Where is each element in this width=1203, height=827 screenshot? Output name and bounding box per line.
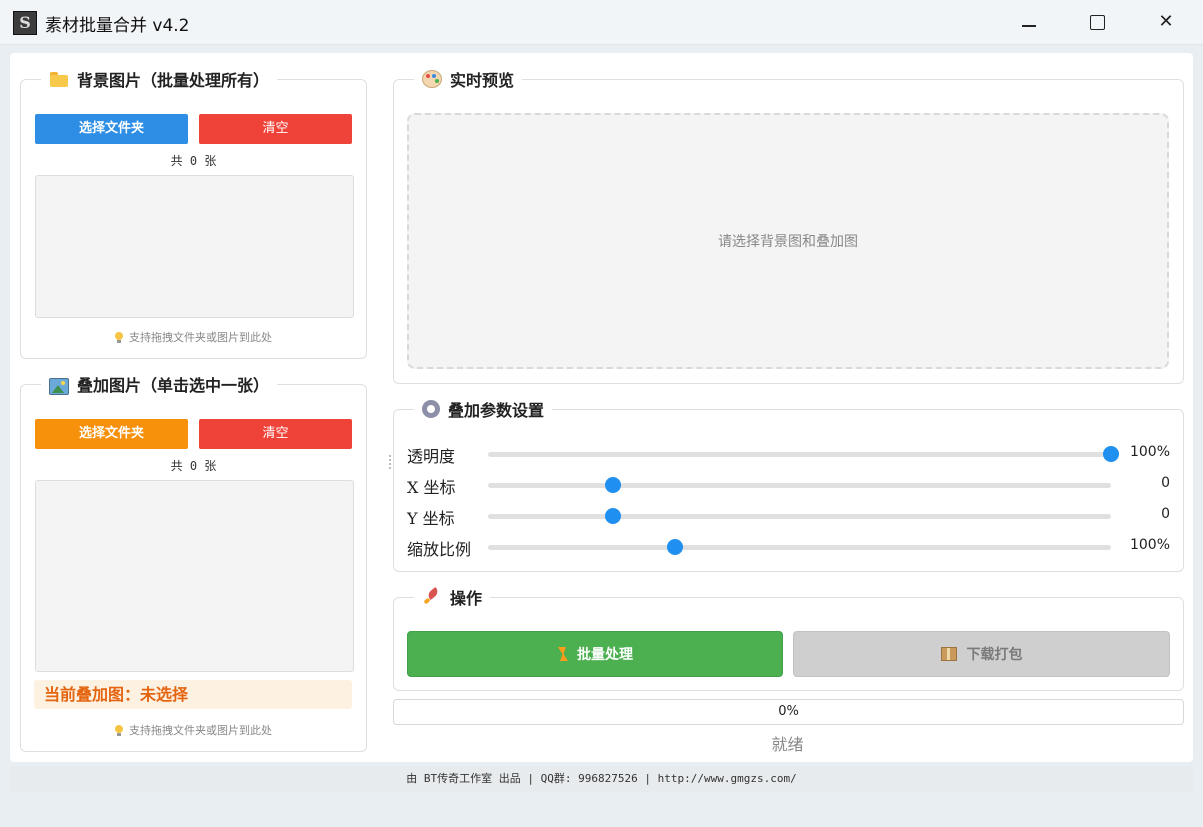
current-overlay-label: 当前叠加图：未选择 <box>34 680 352 709</box>
overlay-count-label: 共 0 张 <box>170 459 217 473</box>
folder-icon <box>49 70 69 88</box>
y-coord-slider-handle[interactable] <box>604 508 621 524</box>
maximize-button[interactable] <box>1082 8 1112 36</box>
bg-drop-hint: 支持拖拽文件夹或图片到此处 <box>35 329 352 345</box>
download-package-button[interactable]: 下载打包 <box>793 631 1170 677</box>
scale-value: 100% <box>1129 537 1170 553</box>
y-coord-slider[interactable] <box>488 508 1111 524</box>
batch-process-button[interactable]: 批量处理 <box>407 631 783 677</box>
download-package-label: 下载打包 <box>966 647 1023 663</box>
overlay-select-folder-button[interactable]: 选择文件夹 <box>35 419 188 449</box>
x-coord-value: 0 <box>1161 475 1170 491</box>
opacity-value: 100% <box>1129 444 1170 460</box>
bg-image-list[interactable] <box>35 175 354 318</box>
y-coord-value: 0 <box>1161 506 1170 522</box>
preview-group-title: 实时预览 <box>414 66 523 92</box>
opacity-slider[interactable] <box>488 446 1119 462</box>
background-group-title-text: 背景图片（批量处理所有） <box>77 71 270 90</box>
x-coord-label: X 坐标 <box>407 478 456 497</box>
status-label: 就绪 <box>771 735 804 754</box>
scale-label: 缩放比例 <box>407 540 472 559</box>
overlay-image-list[interactable] <box>35 480 354 672</box>
package-icon <box>940 647 957 661</box>
gear-icon <box>422 400 440 418</box>
maximize-icon <box>1089 15 1105 30</box>
x-coord-slider[interactable] <box>488 477 1111 493</box>
bg-select-folder-button[interactable]: 选择文件夹 <box>35 114 188 144</box>
params-group-title: 叠加参数设置 <box>414 396 553 422</box>
bg-clear-button[interactable]: 清空 <box>199 114 352 144</box>
close-icon: ✕ <box>1158 11 1174 32</box>
x-coord-slider-handle[interactable] <box>604 477 621 493</box>
opacity-label: 透明度 <box>407 447 456 466</box>
lightbulb-icon <box>115 331 123 343</box>
progress-bar: 0% <box>393 699 1184 725</box>
preview-canvas[interactable]: 请选择背景图和叠加图 <box>407 113 1169 369</box>
splitter-handle[interactable] <box>389 455 391 471</box>
overlay-group-title-text: 叠加图片（单击选中一张） <box>77 376 270 395</box>
params-group-title-text: 叠加参数设置 <box>448 401 545 420</box>
overlay-group-title: 叠加图片（单击选中一张） <box>41 371 278 397</box>
preview-group-title-text: 实时预览 <box>450 71 515 90</box>
overlay-drop-hint: 支持拖拽文件夹或图片到此处 <box>35 722 352 738</box>
scale-slider-handle[interactable] <box>666 539 683 555</box>
rocket-icon <box>422 588 442 606</box>
background-group-title: 背景图片（批量处理所有） <box>41 66 278 92</box>
actions-group-title: 操作 <box>414 584 491 610</box>
actions-group-title-text: 操作 <box>450 589 483 608</box>
overlay-clear-button[interactable]: 清空 <box>199 419 352 449</box>
close-button[interactable]: ✕ <box>1151 8 1181 36</box>
title-bar: S 素材批量合并 v4.2 ✕ <box>0 0 1203 45</box>
overlay-drop-hint-text: 支持拖拽文件夹或图片到此处 <box>129 724 272 737</box>
picture-icon <box>49 377 69 395</box>
palette-icon <box>422 70 442 88</box>
lightning-icon <box>557 647 568 661</box>
y-coord-label: Y 坐标 <box>407 509 455 528</box>
window-title: 素材批量合并 v4.2 <box>45 16 190 36</box>
main-client-area: 背景图片（批量处理所有） 选择文件夹 清空 共 0 张 支持拖拽文件夹或图片到此… <box>10 53 1193 762</box>
background-images-group: 背景图片（批量处理所有） 选择文件夹 清空 共 0 张 支持拖拽文件夹或图片到此… <box>20 66 367 359</box>
footer-credits: 由 BT传奇工作室 出品 | QQ群: 996827526 | http://w… <box>10 766 1193 792</box>
preview-placeholder: 请选择背景图和叠加图 <box>718 234 858 250</box>
batch-process-label: 批量处理 <box>577 647 633 663</box>
scale-slider[interactable] <box>488 539 1111 555</box>
bg-drop-hint-text: 支持拖拽文件夹或图片到此处 <box>129 331 272 344</box>
bg-count-label: 共 0 张 <box>170 154 217 168</box>
app-logo-icon: S <box>13 11 37 35</box>
lightbulb-icon <box>115 724 123 736</box>
minimize-icon <box>1022 25 1036 27</box>
minimize-button[interactable] <box>1014 8 1044 36</box>
